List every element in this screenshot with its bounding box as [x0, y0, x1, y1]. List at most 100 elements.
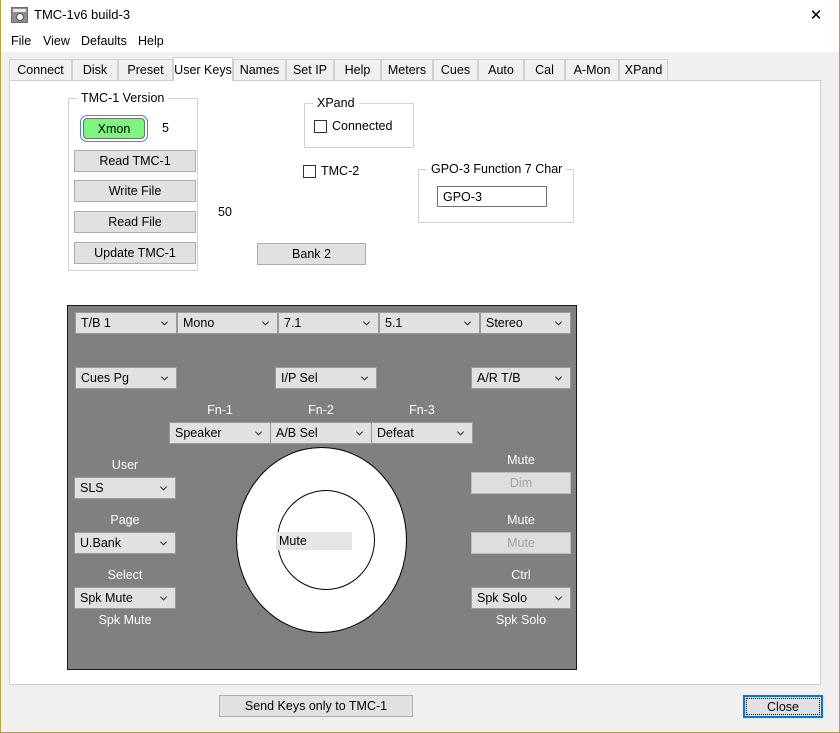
chevron-down-icon: [261, 319, 270, 328]
combo-dim-disabled: Dim: [471, 472, 571, 494]
tab-names[interactable]: Names: [233, 59, 286, 81]
combo-51[interactable]: 5.1: [379, 312, 480, 334]
combo-user-value: SLS: [80, 481, 104, 495]
bottom-bar: Send Keys only to TMC-1 Close: [1, 686, 839, 732]
app-icon: [11, 7, 28, 23]
tab-xpand[interactable]: XPand: [619, 59, 668, 81]
xpand-group-title: XPand: [313, 96, 359, 110]
fn-1-label: Fn-1: [169, 403, 271, 417]
checkbox-box-tmc2: [303, 165, 316, 178]
combo-fn-3-defeat[interactable]: Defeat: [371, 422, 473, 444]
mute-dim-label: Mute: [471, 453, 571, 467]
right-footer-label: Spk Solo: [471, 613, 571, 627]
tab-help[interactable]: Help: [334, 59, 381, 81]
window-title: TMC-1v6 build-3: [34, 7, 130, 22]
combo-mute-value: Mute: [507, 536, 535, 550]
tab-cues[interactable]: Cues: [433, 59, 478, 81]
combo-cues-pg-value: Cues Pg: [81, 371, 129, 385]
gpo3-group-title: GPO-3 Function 7 Char: [427, 162, 566, 176]
close-button-label: Close: [767, 700, 799, 714]
combo-ar-tb-value: A/R T/B: [477, 371, 521, 385]
select-label: Select: [74, 568, 176, 582]
xpand-connected-label: Connected: [332, 119, 392, 133]
bank-2-button[interactable]: Bank 2: [257, 243, 366, 265]
tab-set-ip[interactable]: Set IP: [286, 59, 334, 81]
user-label: User: [74, 458, 176, 472]
combo-cues-pg[interactable]: Cues Pg: [75, 367, 177, 389]
combo-71-value: 7.1: [284, 316, 301, 330]
combo-tb1[interactable]: T/B 1: [75, 312, 177, 334]
fn-2-label: Fn-2: [270, 403, 372, 417]
combo-mono[interactable]: Mono: [177, 312, 278, 334]
ctrl-label: Ctrl: [471, 568, 571, 582]
close-button[interactable]: Close: [743, 695, 823, 718]
combo-tb1-value: T/B 1: [81, 316, 111, 330]
menu-bar: File View Defaults Help: [1, 30, 839, 52]
version-number: 5: [162, 121, 169, 135]
menu-item-help[interactable]: Help: [134, 33, 168, 49]
tab-disk[interactable]: Disk: [72, 59, 118, 81]
combo-page-ubank[interactable]: U.Bank: [74, 532, 176, 554]
fn-3-label: Fn-3: [371, 403, 473, 417]
menu-item-defaults[interactable]: Defaults: [77, 33, 131, 49]
chevron-down-icon: [159, 484, 168, 493]
tab-preset[interactable]: Preset: [118, 59, 173, 81]
gpo3-input[interactable]: GPO-3: [437, 186, 547, 207]
xpand-connected-checkbox[interactable]: Connected: [314, 119, 392, 133]
combo-dim-value: Dim: [510, 476, 532, 490]
update-tmc1-button[interactable]: Update TMC-1: [74, 242, 196, 264]
mute-mute-label: Mute: [471, 513, 571, 527]
combo-ar-tb[interactable]: A/R T/B: [471, 367, 571, 389]
chevron-down-icon: [463, 319, 472, 328]
combo-mute-disabled: Mute: [471, 532, 571, 554]
chevron-down-icon: [554, 374, 563, 383]
page-label: Page: [74, 513, 176, 527]
chevron-down-icon: [160, 319, 169, 328]
tab-strip: Connect Disk Preset User Keys Names Set …: [9, 57, 829, 81]
combo-stereo[interactable]: Stereo: [480, 312, 571, 334]
chevron-down-icon: [554, 319, 563, 328]
tab-auto[interactable]: Auto: [478, 59, 524, 81]
menu-item-view[interactable]: View: [39, 33, 74, 49]
tab-a-mon[interactable]: A-Mon: [565, 59, 619, 81]
tmc2-checkbox[interactable]: TMC-2: [303, 164, 359, 178]
combo-select-value: Spk Mute: [80, 591, 133, 605]
combo-stereo-value: Stereo: [486, 316, 523, 330]
combo-51-value: 5.1: [385, 316, 402, 330]
combo-fn-1-value: Speaker: [175, 426, 222, 440]
chevron-down-icon: [355, 429, 364, 438]
read-tmc1-button[interactable]: Read TMC-1: [74, 150, 196, 172]
combo-mono-value: Mono: [183, 316, 214, 330]
left-footer-label: Spk Mute: [74, 613, 176, 627]
tab-connect[interactable]: Connect: [9, 59, 72, 81]
combo-fn-2-ab-sel[interactable]: A/B Sel: [270, 422, 372, 444]
close-icon[interactable]: ✕: [793, 0, 839, 30]
checkbox-box-connected: [314, 120, 327, 133]
combo-ctrl-spk-solo[interactable]: Spk Solo: [471, 587, 571, 609]
chevron-down-icon: [362, 319, 371, 328]
tab-user-keys[interactable]: User Keys: [173, 57, 233, 82]
tab-cal[interactable]: Cal: [524, 59, 565, 81]
combo-user-sls[interactable]: SLS: [74, 477, 176, 499]
xmon-button[interactable]: Xmon: [83, 118, 145, 139]
combo-71[interactable]: 7.1: [278, 312, 379, 334]
combo-fn-1-speaker[interactable]: Speaker: [169, 422, 271, 444]
combo-fn-3-value: Defeat: [377, 426, 414, 440]
chevron-down-icon: [360, 374, 369, 383]
dial-center-mute-label[interactable]: Mute: [276, 532, 352, 550]
combo-ip-sel[interactable]: I/P Sel: [275, 367, 377, 389]
chevron-down-icon: [159, 594, 168, 603]
tmc2-label: TMC-2: [321, 164, 359, 178]
combo-select-spk-mute[interactable]: Spk Mute: [74, 587, 176, 609]
application-window: TMC-1v6 build-3 ✕ File View Defaults Hel…: [0, 0, 840, 733]
menu-item-file[interactable]: File: [7, 33, 35, 49]
tab-meters[interactable]: Meters: [381, 59, 433, 81]
write-file-button[interactable]: Write File: [74, 180, 196, 202]
read-file-button[interactable]: Read File: [74, 211, 196, 233]
combo-fn-2-value: A/B Sel: [276, 426, 318, 440]
chevron-down-icon: [159, 539, 168, 548]
combo-page-value: U.Bank: [80, 536, 121, 550]
send-keys-button[interactable]: Send Keys only to TMC-1: [219, 695, 413, 717]
chevron-down-icon: [554, 594, 563, 603]
combo-ctrl-value: Spk Solo: [477, 591, 527, 605]
